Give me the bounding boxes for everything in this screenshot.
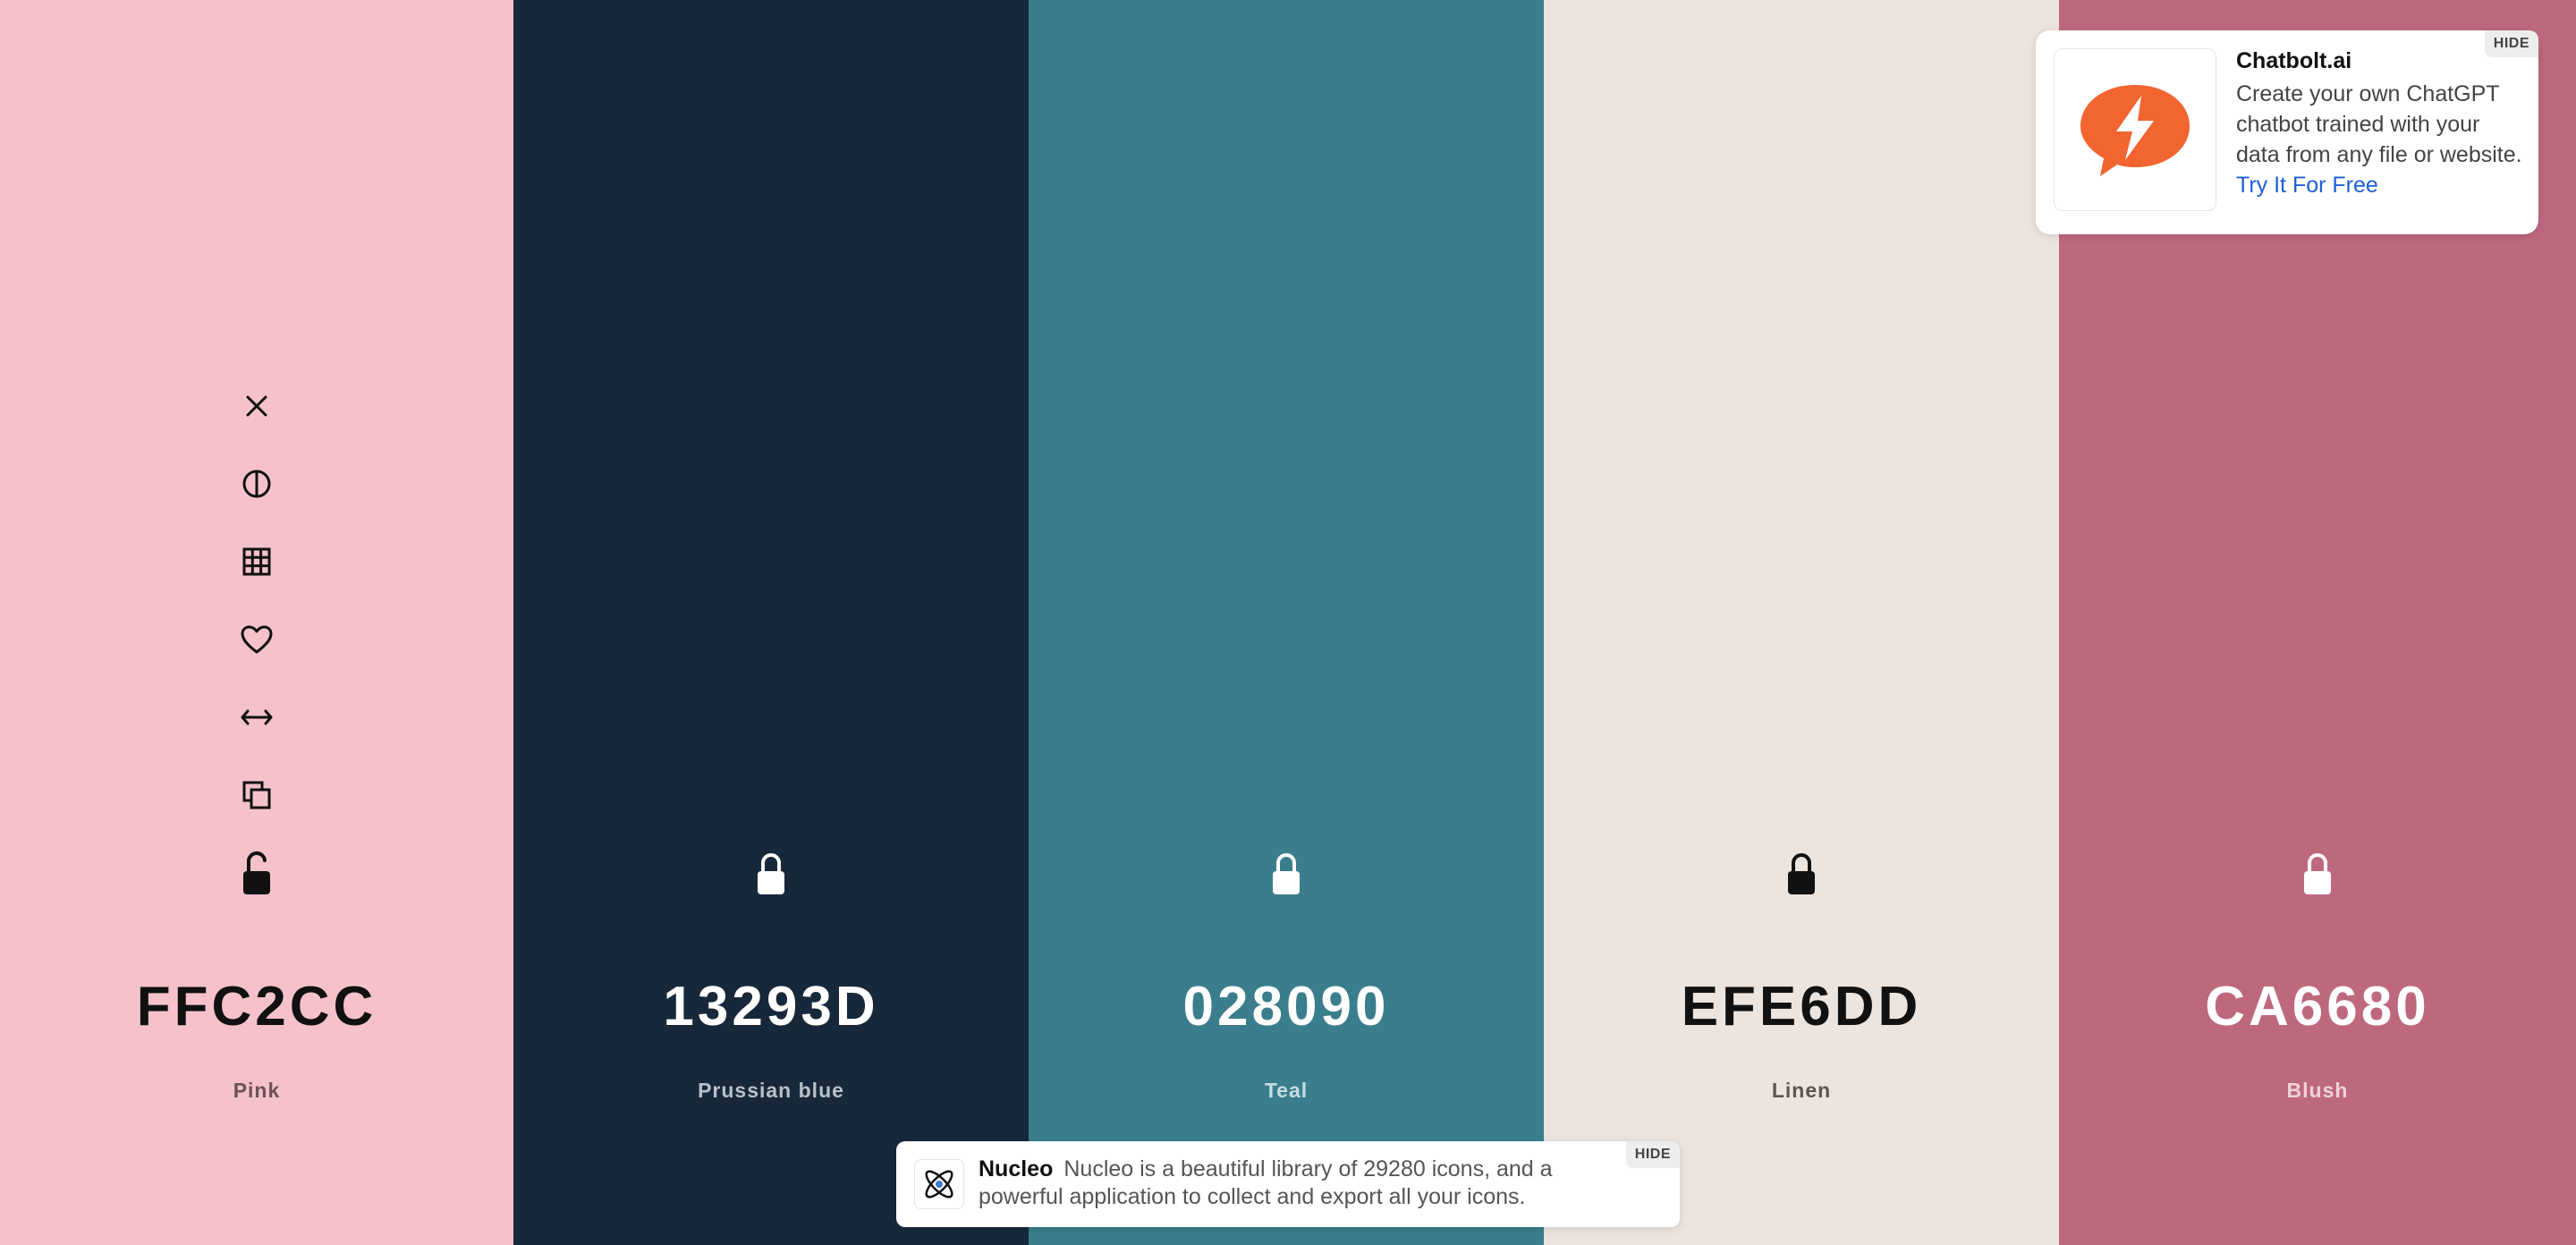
close-icon[interactable] bbox=[237, 386, 276, 426]
ad-body: Create your own ChatGPT chatbot trained … bbox=[2236, 79, 2522, 200]
sponsored-ad-card: Chatbolt.ai Create your own ChatGPT chat… bbox=[2036, 30, 2538, 234]
lock-icon[interactable] bbox=[1782, 850, 1821, 898]
banner-body: Nucleo is a beautiful library of 29280 i… bbox=[979, 1156, 1553, 1209]
color-name: Linen bbox=[1771, 1079, 1832, 1102]
ad-description: Create your own ChatGPT chatbot trained … bbox=[2236, 81, 2522, 167]
grid-icon[interactable] bbox=[237, 542, 276, 581]
nucleo-logo[interactable] bbox=[914, 1159, 964, 1209]
banner-title: Nucleo bbox=[979, 1156, 1054, 1181]
heart-icon[interactable] bbox=[237, 620, 276, 659]
ad-title: Chatbolt.ai bbox=[2236, 48, 2352, 73]
hex-code[interactable]: 13293D bbox=[513, 975, 1029, 1039]
swatch-pink[interactable]: FFC2CC Pink bbox=[0, 0, 513, 1245]
swatch-teal[interactable]: 028090 Teal bbox=[1029, 0, 1544, 1245]
contrast-icon[interactable] bbox=[237, 464, 276, 504]
color-name: Teal bbox=[1264, 1079, 1309, 1102]
unlock-icon[interactable] bbox=[237, 850, 276, 898]
lock-icon[interactable] bbox=[1267, 850, 1306, 898]
color-name: Blush bbox=[2286, 1079, 2349, 1102]
swatch-linen[interactable]: EFE6DD Linen bbox=[1544, 0, 2059, 1245]
chatbolt-logo[interactable] bbox=[2054, 48, 2216, 211]
color-name: Prussian blue bbox=[698, 1079, 844, 1102]
hex-code[interactable]: CA6680 bbox=[2059, 975, 2576, 1039]
swatch-prussian-blue[interactable]: 13293D Prussian blue bbox=[513, 0, 1029, 1245]
nucleo-banner: Nucleo Nucleo is a beautiful library of 2… bbox=[896, 1141, 1680, 1227]
banner-hide-button[interactable]: HIDE bbox=[1625, 1141, 1680, 1168]
hex-code[interactable]: 028090 bbox=[1029, 975, 1544, 1039]
swatch-toolbar bbox=[237, 386, 276, 853]
copy-icon[interactable] bbox=[237, 775, 276, 815]
arrows-horizontal-icon[interactable] bbox=[237, 698, 276, 737]
banner-text: Nucleo Nucleo is a beautiful library of 2… bbox=[979, 1156, 1596, 1211]
lock-icon[interactable] bbox=[751, 850, 791, 898]
ad-hide-button[interactable]: HIDE bbox=[2484, 30, 2538, 57]
lock-icon[interactable] bbox=[2298, 850, 2337, 898]
hex-code[interactable]: EFE6DD bbox=[1544, 975, 2059, 1039]
hex-code[interactable]: FFC2CC bbox=[0, 975, 513, 1039]
ad-cta-link[interactable]: Try It For Free bbox=[2236, 173, 2378, 198]
color-name: Pink bbox=[233, 1079, 281, 1102]
